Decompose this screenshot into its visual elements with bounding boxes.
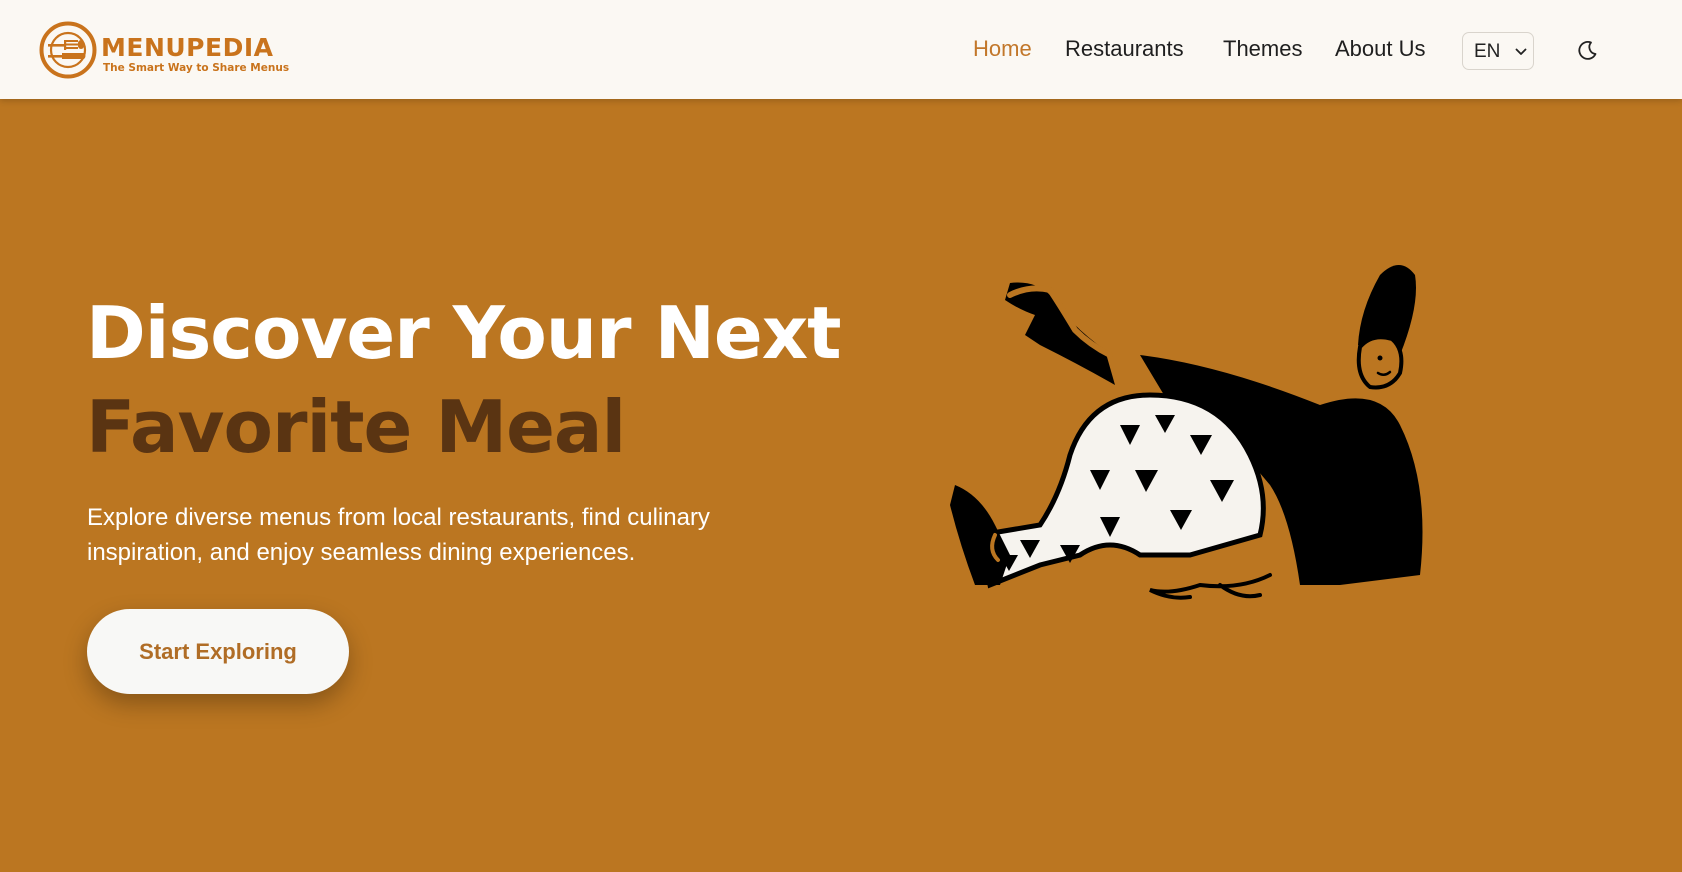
moon-icon [1578,41,1597,60]
main-nav: Home Restaurants Themes About Us [0,0,1682,99]
language-select[interactable]: EN [1462,32,1534,70]
nav-about-us[interactable]: About Us [1335,36,1426,62]
start-exploring-button[interactable]: Start Exploring [87,609,349,694]
hero-subtitle: Explore diverse menus from local restaur… [87,504,710,566]
nav-restaurants[interactable]: Restaurants [1065,36,1184,62]
nav-themes[interactable]: Themes [1223,36,1302,62]
hero-title-line1: Discover Your Next [86,291,842,375]
theme-toggle-button[interactable] [1574,36,1602,64]
hero-title: Discover Your Next Favorite Meal [86,286,846,474]
navbar: MENUPEDIA The Smart Way to Share Menus H… [0,0,1682,99]
chevron-down-icon [1515,48,1527,55]
reclining-person-illustration [950,265,1423,600]
nav-home[interactable]: Home [973,36,1032,62]
language-selected: EN [1474,41,1501,62]
hero-title-line2: Favorite Meal [86,385,626,469]
